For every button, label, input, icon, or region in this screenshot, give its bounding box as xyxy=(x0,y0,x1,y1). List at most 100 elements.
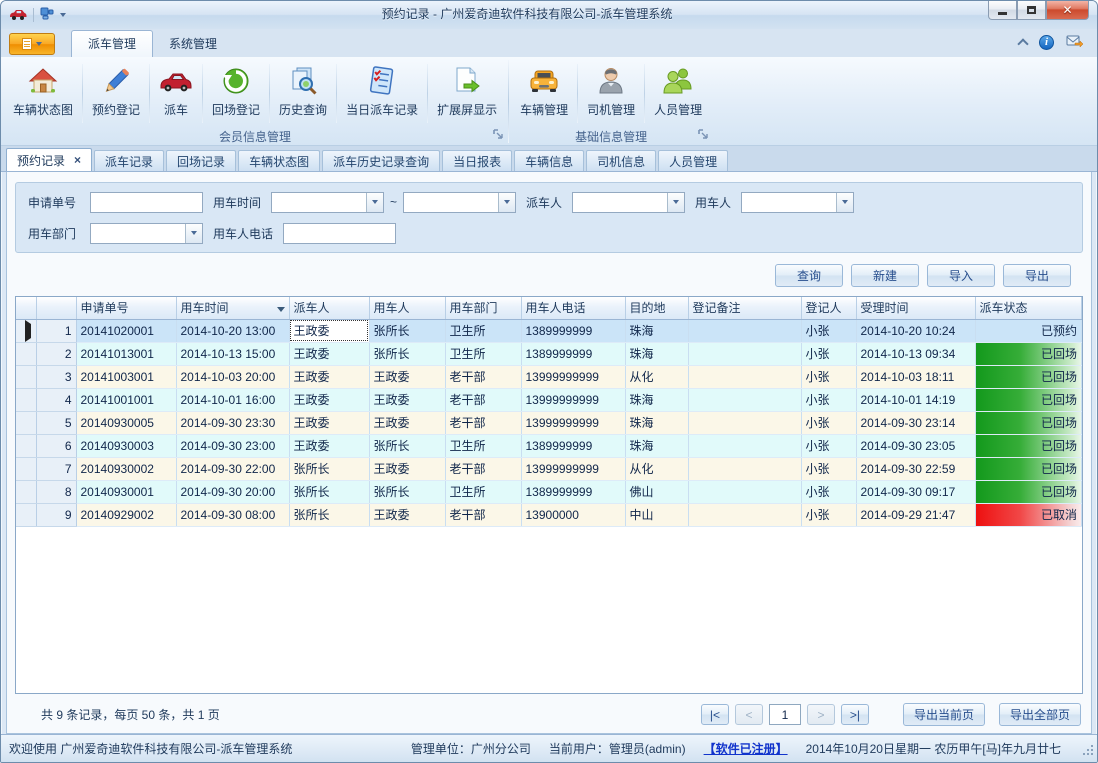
table-cell[interactable]: 小张 xyxy=(801,388,856,411)
table-cell[interactable]: 王政委 xyxy=(289,411,369,434)
table-cell[interactable]: 从化 xyxy=(625,365,688,388)
dispatch-status-cell[interactable]: 已回场 xyxy=(975,411,1082,434)
table-cell[interactable]: 王政委 xyxy=(369,457,445,480)
table-cell[interactable]: 2014-09-30 23:00 xyxy=(176,434,289,457)
table-cell[interactable] xyxy=(688,480,801,503)
table-cell[interactable]: 2014-09-30 20:00 xyxy=(176,480,289,503)
prev-page-button[interactable]: < xyxy=(735,704,763,725)
tab-return-records[interactable]: 回场记录 xyxy=(166,150,236,171)
table-cell[interactable]: 王政委 xyxy=(369,365,445,388)
column-header-registrar[interactable]: 登记人 xyxy=(801,297,856,319)
tab-personnel-manage[interactable]: 人员管理 xyxy=(658,150,728,171)
dispatch-status-cell[interactable]: 已回场 xyxy=(975,434,1082,457)
table-cell[interactable]: 张所长 xyxy=(289,503,369,526)
table-cell[interactable]: 小张 xyxy=(801,434,856,457)
table-cell[interactable]: 老干部 xyxy=(445,411,521,434)
return-register-button[interactable]: 回场登记 xyxy=(204,60,268,127)
table-row[interactable]: 8201409300012014-09-30 20:00张所长张所长卫生所138… xyxy=(16,480,1082,503)
tab-daily-report[interactable]: 当日报表 xyxy=(442,150,512,171)
table-cell[interactable]: 2014-10-01 16:00 xyxy=(176,388,289,411)
table-cell[interactable]: 2014-09-30 23:14 xyxy=(856,411,975,434)
table-cell[interactable]: 张所长 xyxy=(369,342,445,365)
license-link[interactable]: 【软件已注册】 xyxy=(704,740,788,757)
table-cell[interactable]: 卫生所 xyxy=(445,342,521,365)
table-cell[interactable]: 小张 xyxy=(801,319,856,342)
department-select[interactable] xyxy=(90,223,203,244)
table-cell[interactable]: 王政委 xyxy=(369,388,445,411)
export-button[interactable]: 导出 xyxy=(1003,264,1071,287)
row-indicator[interactable] xyxy=(16,480,36,503)
ribbon-tab-dispatch[interactable]: 派车管理 xyxy=(71,30,153,57)
table-cell[interactable] xyxy=(688,503,801,526)
table-cell[interactable]: 王政委 xyxy=(289,319,369,342)
table-row[interactable]: 2201410130012014-10-13 15:00王政委张所长卫生所138… xyxy=(16,342,1082,365)
table-cell[interactable]: 2014-10-20 10:24 xyxy=(856,319,975,342)
table-cell[interactable]: 2014-09-30 09:17 xyxy=(856,480,975,503)
table-row[interactable]: 9201409290022014-09-30 08:00张所长王政委老干部139… xyxy=(16,503,1082,526)
table-cell[interactable]: 王政委 xyxy=(289,342,369,365)
import-button[interactable]: 导入 xyxy=(927,264,995,287)
ribbon-tab-system[interactable]: 系统管理 xyxy=(153,31,233,57)
table-cell[interactable]: 珠海 xyxy=(625,388,688,411)
last-page-button[interactable]: >| xyxy=(841,704,869,725)
tab-reservation-records[interactable]: 预约记录 × xyxy=(6,148,92,171)
tab-vehicle-status-map[interactable]: 车辆状态图 xyxy=(238,150,320,171)
resize-grip[interactable] xyxy=(1083,745,1094,759)
table-cell[interactable]: 13999999999 xyxy=(521,411,625,434)
table-cell[interactable]: 13900000 xyxy=(521,503,625,526)
table-cell[interactable]: 2014-09-30 23:30 xyxy=(176,411,289,434)
use-time-from-select[interactable] xyxy=(271,192,384,213)
request-no-input[interactable] xyxy=(90,192,203,213)
row-number[interactable]: 2 xyxy=(36,342,76,365)
chevron-down-icon[interactable] xyxy=(498,193,515,212)
row-number[interactable]: 6 xyxy=(36,434,76,457)
next-page-button[interactable]: > xyxy=(807,704,835,725)
table-cell[interactable] xyxy=(688,388,801,411)
table-row[interactable]: 1201410200012014-10-20 13:00王政委张所长卫生所138… xyxy=(16,319,1082,342)
row-number[interactable]: 8 xyxy=(36,480,76,503)
export-all-pages-button[interactable]: 导出全部页 xyxy=(999,703,1081,726)
dialog-launcher-icon[interactable] xyxy=(698,128,708,142)
dispatcher-select[interactable] xyxy=(572,192,685,213)
row-number[interactable]: 5 xyxy=(36,411,76,434)
driver-manage-button[interactable]: 司机管理 xyxy=(579,60,643,127)
column-header-dispatch-status[interactable]: 派车状态 xyxy=(975,297,1082,319)
dispatch-status-cell[interactable]: 已取消 xyxy=(975,503,1082,526)
maximize-button[interactable] xyxy=(1017,1,1046,20)
minimize-button[interactable] xyxy=(988,1,1017,20)
table-cell[interactable]: 20141013001 xyxy=(76,342,176,365)
table-cell[interactable]: 20140930001 xyxy=(76,480,176,503)
table-cell[interactable]: 王政委 xyxy=(289,365,369,388)
table-cell[interactable]: 老干部 xyxy=(445,457,521,480)
dispatch-status-cell[interactable]: 已回场 xyxy=(975,388,1082,411)
close-button[interactable]: ✕ xyxy=(1046,1,1089,20)
table-cell[interactable]: 20141003001 xyxy=(76,365,176,388)
dispatch-status-cell[interactable]: 已回场 xyxy=(975,342,1082,365)
table-cell[interactable]: 2014-10-13 09:34 xyxy=(856,342,975,365)
table-cell[interactable]: 珠海 xyxy=(625,434,688,457)
tab-vehicle-info[interactable]: 车辆信息 xyxy=(514,150,584,171)
table-cell[interactable]: 老干部 xyxy=(445,503,521,526)
table-cell[interactable]: 20140930005 xyxy=(76,411,176,434)
table-cell[interactable] xyxy=(688,365,801,388)
car-user-select[interactable] xyxy=(741,192,854,213)
table-cell[interactable]: 2014-10-20 13:00 xyxy=(176,319,289,342)
table-cell[interactable]: 珠海 xyxy=(625,342,688,365)
table-cell[interactable]: 珠海 xyxy=(625,319,688,342)
table-cell[interactable]: 小张 xyxy=(801,480,856,503)
first-page-button[interactable]: |< xyxy=(701,704,729,725)
vehicle-status-map-button[interactable]: 车辆状态图 xyxy=(5,60,81,127)
table-cell[interactable]: 张所长 xyxy=(369,319,445,342)
table-cell[interactable]: 王政委 xyxy=(289,388,369,411)
row-number[interactable]: 7 xyxy=(36,457,76,480)
chevron-down-icon[interactable] xyxy=(185,224,202,243)
row-indicator[interactable] xyxy=(16,411,36,434)
export-current-page-button[interactable]: 导出当前页 xyxy=(903,703,985,726)
info-icon[interactable]: i xyxy=(1039,35,1054,50)
table-cell[interactable]: 从化 xyxy=(625,457,688,480)
table-cell[interactable]: 2014-09-30 23:05 xyxy=(856,434,975,457)
row-number[interactable]: 9 xyxy=(36,503,76,526)
table-cell[interactable]: 张所长 xyxy=(289,457,369,480)
table-cell[interactable]: 张所长 xyxy=(369,434,445,457)
table-cell[interactable]: 2014-09-29 21:47 xyxy=(856,503,975,526)
